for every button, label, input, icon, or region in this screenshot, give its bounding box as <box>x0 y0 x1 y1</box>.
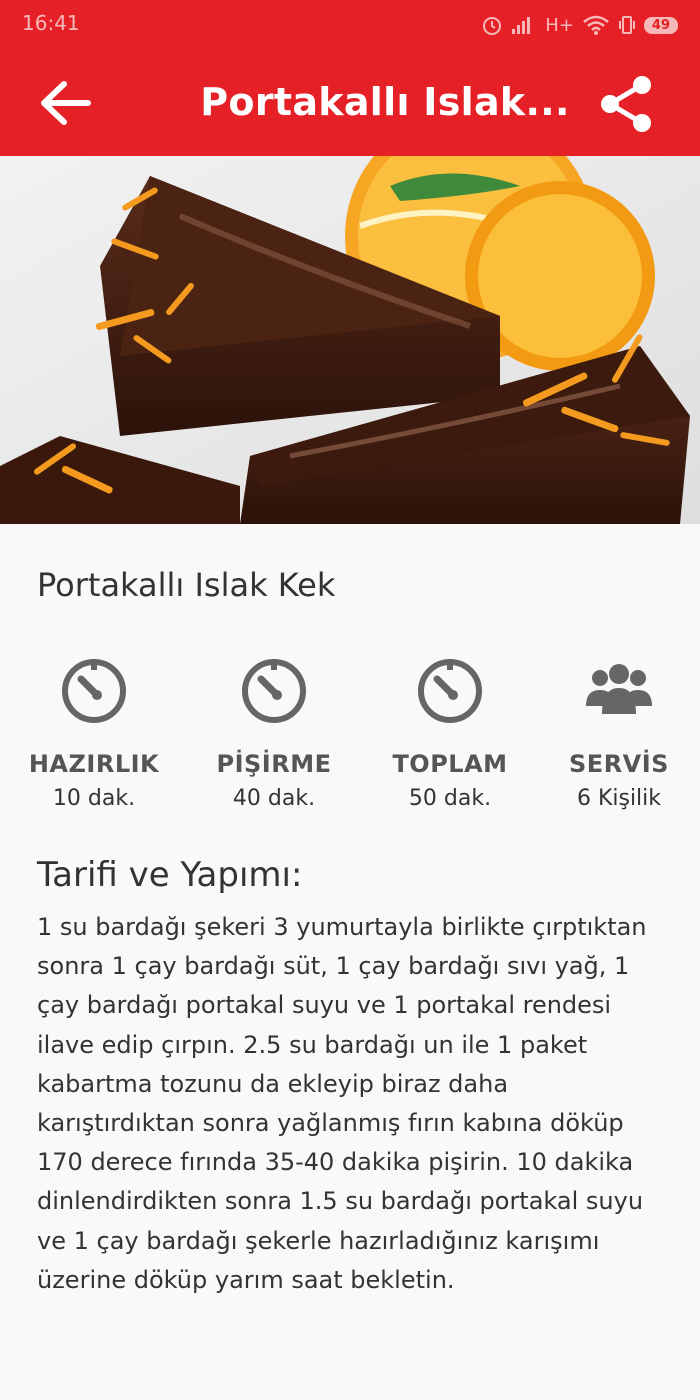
vibrate-icon <box>618 16 635 34</box>
instructions-heading: Tarifi ve Yapımı: <box>37 855 303 895</box>
page-title: Portakallı Islak... <box>200 80 570 124</box>
status-icons: H+ 49 <box>481 10 678 40</box>
status-bar: 16:41 H+ 49 <box>0 0 700 50</box>
timer-icon <box>242 659 306 723</box>
timer-icon <box>62 659 126 723</box>
stat-value: 6 Kişilik <box>576 786 662 811</box>
recipe-stats: HAZIRLIK 10 dak. PİŞİRME 40 dak. TOPLAM … <box>0 640 700 820</box>
stat-label: TOPLAM <box>392 750 508 778</box>
signal-icon <box>512 17 531 34</box>
cake-photo <box>0 156 700 524</box>
share-icon[interactable] <box>598 75 656 133</box>
stat-label: SERVİS <box>569 750 669 778</box>
stat-value: 50 dak. <box>408 786 492 811</box>
wifi-icon <box>583 15 609 35</box>
stat-total: TOPLAM 50 dak. <box>370 640 530 811</box>
stat-cook: PİŞİRME 40 dak. <box>194 640 354 811</box>
people-icon <box>586 664 652 714</box>
stat-value: 40 dak. <box>232 786 316 811</box>
stat-servings: SERVİS 6 Kişilik <box>539 640 699 811</box>
timer-icon <box>418 659 482 723</box>
stat-label: HAZIRLIK <box>28 750 160 778</box>
battery-indicator: 49 <box>643 16 678 34</box>
status-time: 16:41 <box>22 11 80 35</box>
alarm-icon <box>483 17 502 35</box>
recipe-image <box>0 156 700 524</box>
instructions-text: 1 su bardağı şekeri 3 yumurtayla birlikt… <box>37 913 647 1294</box>
stat-prep: HAZIRLIK 10 dak. <box>14 640 174 811</box>
network-type: H+ <box>545 14 574 36</box>
recipe-title: Portakallı Islak Kek <box>37 566 336 604</box>
stat-label: PİŞİRME <box>216 750 332 778</box>
app-bar: Portakallı Islak... <box>0 50 700 156</box>
stat-value: 10 dak. <box>52 786 136 811</box>
